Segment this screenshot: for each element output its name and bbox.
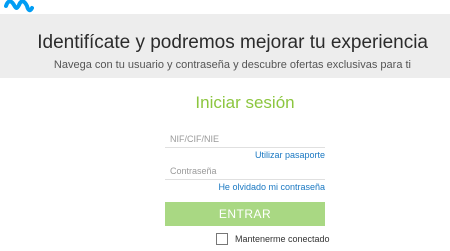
enter-button[interactable]: ENTRAR (165, 202, 325, 226)
hero-banner: Identifícate y podremos mejorar tu exper… (0, 14, 450, 78)
remember-label[interactable]: Mantenerme conectado (235, 234, 330, 244)
forgot-password-link[interactable]: He olvidado mi contraseña (218, 182, 325, 192)
use-passport-link[interactable]: Utilizar pasaporte (255, 150, 325, 160)
hero-subtitle: Navega con tu usuario y contraseña y des… (53, 59, 411, 71)
movistar-m-icon (4, 0, 34, 13)
nif-field[interactable] (165, 131, 325, 148)
password-field[interactable] (165, 163, 325, 180)
hero-title: Identifícate y podremos mejorar tu exper… (37, 32, 428, 53)
top-bar (0, 0, 450, 14)
password-input[interactable] (165, 163, 325, 179)
login-title: Iniciar sesión (195, 93, 295, 112)
remember-checkbox[interactable] (216, 233, 228, 245)
nif-input[interactable] (165, 131, 325, 147)
